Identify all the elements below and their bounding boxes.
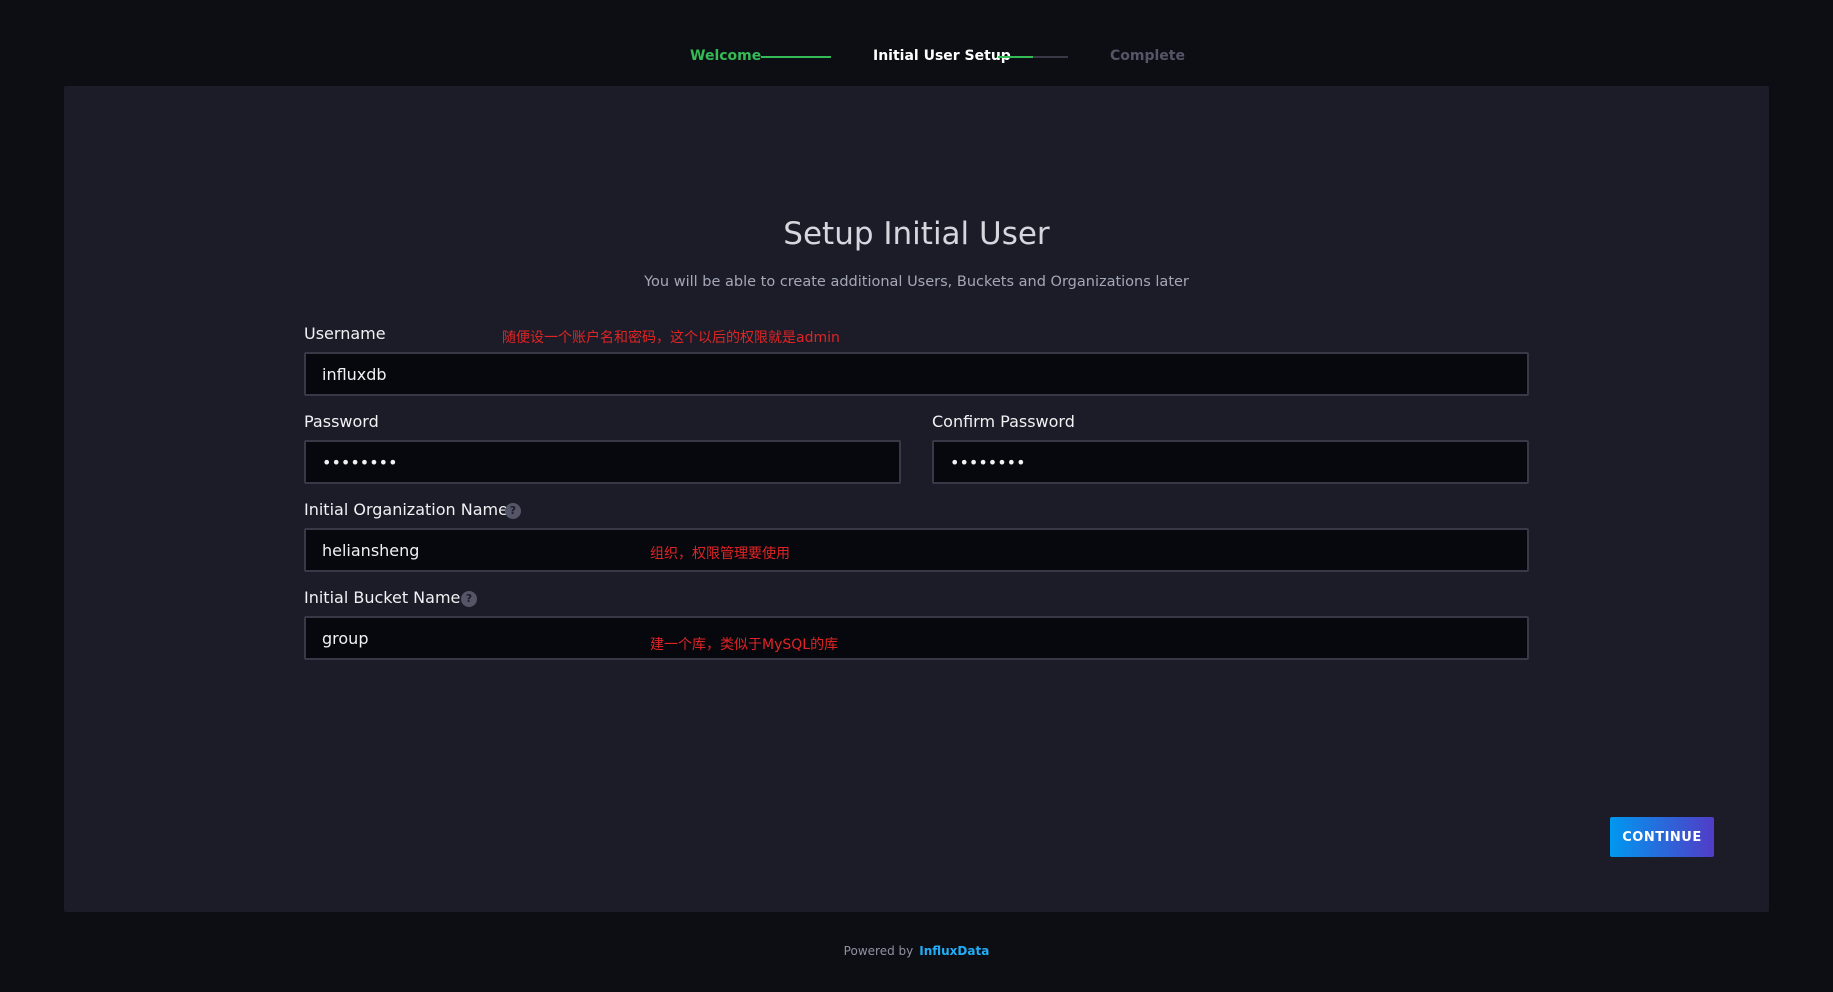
username-annotation: 随便设一个账户名和密码，这个以后的权限就是admin	[502, 330, 840, 346]
confirm-password-label: Confirm Password	[932, 412, 1075, 431]
step-connector-1-fill	[761, 56, 831, 58]
step-initial-user-setup: Initial User Setup	[873, 48, 1011, 64]
organization-help-icon[interactable]: ?	[505, 503, 521, 519]
bucket-help-icon[interactable]: ?	[461, 591, 477, 607]
page-subtitle: You will be able to create additional Us…	[644, 274, 1189, 290]
bucket-input[interactable]	[304, 616, 1529, 660]
setup-page: Welcome Initial User Setup Complete Setu…	[0, 0, 1833, 992]
setup-panel: Setup Initial User You will be able to c…	[64, 86, 1769, 912]
step-connector-2-fill	[998, 56, 1033, 58]
organization-input[interactable]	[304, 528, 1529, 572]
username-input[interactable]	[304, 352, 1529, 396]
influxdata-link[interactable]: InfluxData	[919, 944, 989, 958]
setup-steps: Welcome Initial User Setup Complete	[0, 46, 1833, 68]
step-complete: Complete	[1110, 48, 1185, 64]
confirm-password-input[interactable]	[932, 440, 1529, 484]
password-input[interactable]	[304, 440, 901, 484]
username-label: Username	[304, 324, 386, 343]
organization-label: Initial Organization Name	[304, 500, 508, 519]
page-title: Setup Initial User	[783, 216, 1050, 252]
password-label: Password	[304, 412, 379, 431]
step-welcome: Welcome	[690, 48, 762, 64]
continue-button[interactable]: CONTINUE	[1610, 817, 1714, 857]
step-connector-2	[998, 56, 1068, 58]
bucket-label: Initial Bucket Name	[304, 588, 461, 607]
powered-by-text: Powered by	[843, 944, 914, 958]
step-connector-1	[761, 56, 831, 58]
footer: Powered by InfluxData	[0, 944, 1833, 958]
